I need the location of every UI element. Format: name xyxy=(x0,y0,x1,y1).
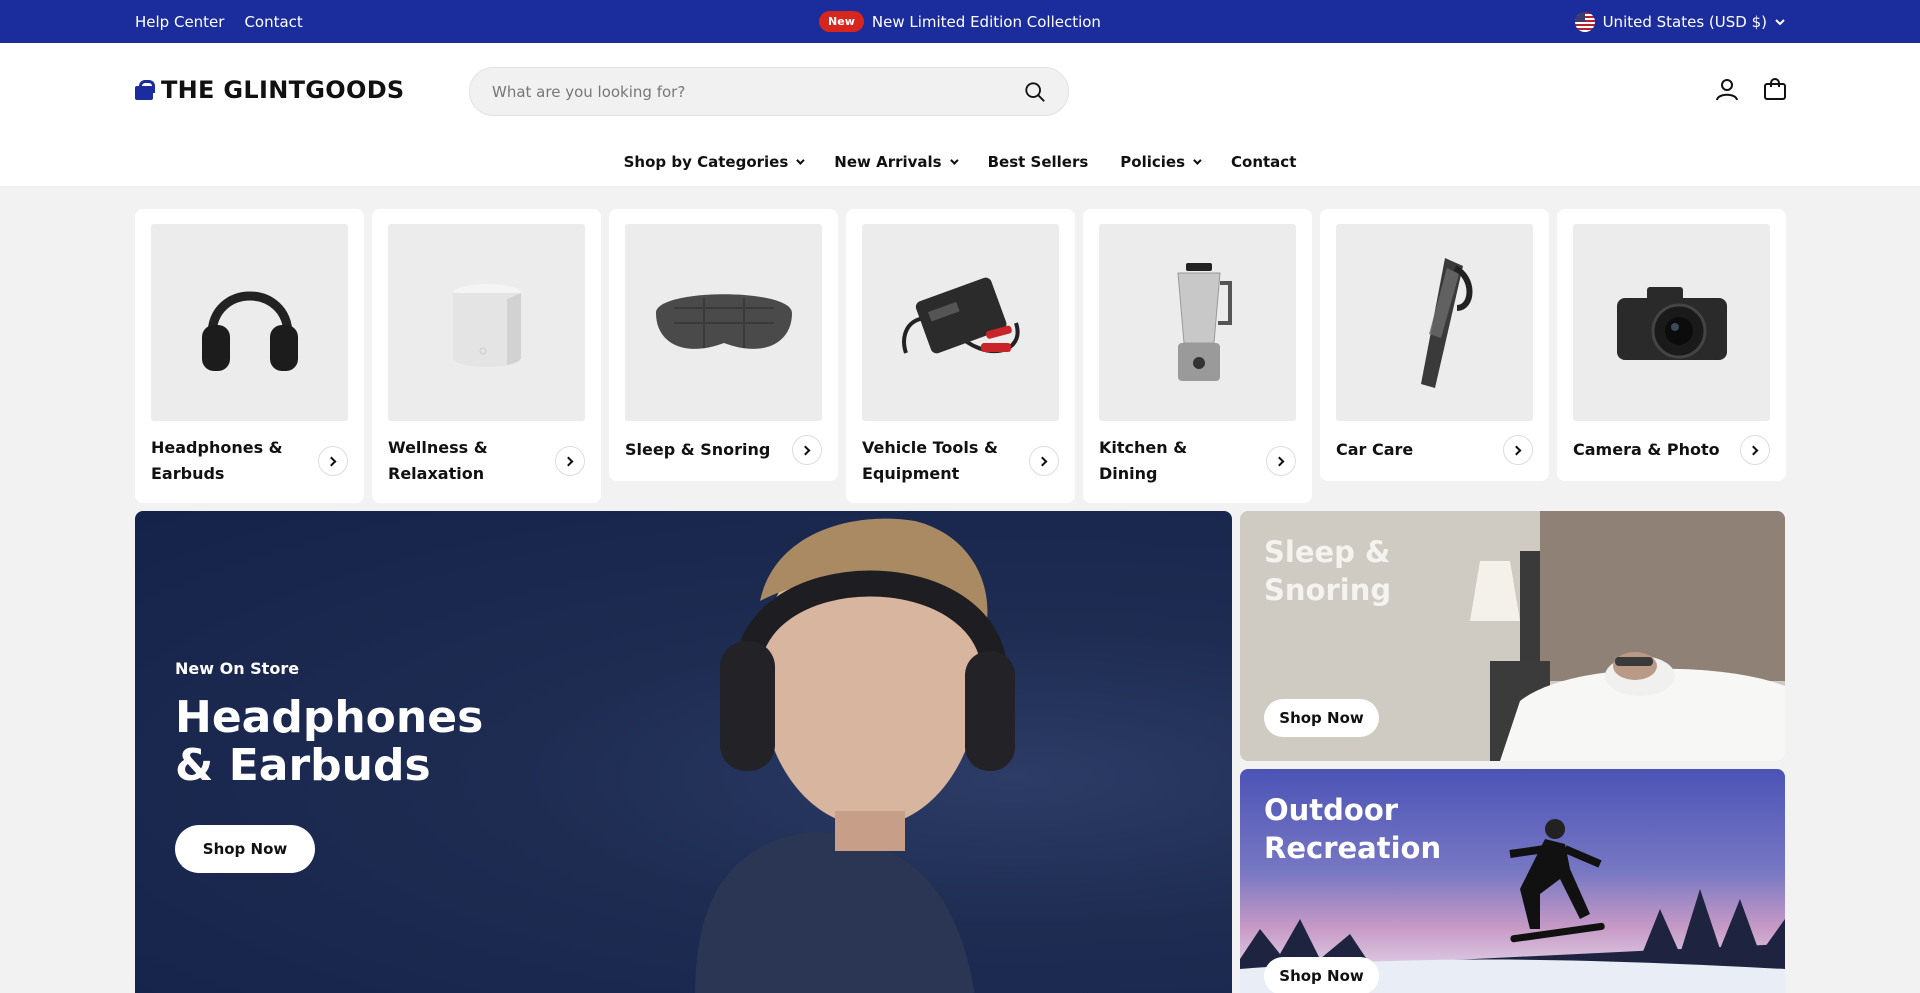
category-label: Wellness & Relaxation xyxy=(388,438,488,483)
locale-label: United States (USD $) xyxy=(1602,12,1767,31)
chevron-right-icon[interactable] xyxy=(318,446,348,476)
nav-label: New Arrivals xyxy=(834,152,942,171)
announcement-message[interactable]: New New Limited Edition Collection xyxy=(819,11,1101,32)
nav-label: Best Sellers xyxy=(987,152,1089,171)
category-card-camera[interactable]: Camera & Photo xyxy=(1557,209,1786,481)
promo-shop-now-button[interactable]: Shop Now xyxy=(1264,957,1379,993)
blender-icon xyxy=(1176,262,1232,381)
search-bar xyxy=(469,67,1069,116)
chevron-right-icon[interactable] xyxy=(1029,446,1059,476)
locale-selector[interactable]: United States (USD $) xyxy=(1574,11,1785,32)
chevron-right-icon[interactable] xyxy=(792,435,822,465)
category-image xyxy=(1573,224,1770,421)
category-card-sleep[interactable]: Sleep & Snoring xyxy=(609,209,838,481)
shopping-bag-logo-icon xyxy=(135,80,155,100)
nav-shop-by-categories[interactable]: Shop by Categories xyxy=(623,152,805,171)
chevron-down-icon xyxy=(949,155,959,165)
nav-label: Shop by Categories xyxy=(623,152,789,171)
us-flag-icon xyxy=(1574,11,1595,32)
sleep-mask-icon xyxy=(655,293,792,349)
nav-label: Contact xyxy=(1231,152,1297,171)
help-center-link[interactable]: Help Center xyxy=(135,13,224,31)
category-label: Car Care xyxy=(1336,440,1414,459)
camera-icon xyxy=(1616,286,1727,360)
chevron-right-icon[interactable] xyxy=(1266,446,1296,476)
announcement-text: New Limited Edition Collection xyxy=(871,12,1101,31)
search-input[interactable] xyxy=(492,82,1024,101)
category-card-kitchen[interactable]: Kitchen & Dining xyxy=(1083,209,1312,503)
category-card-car-care[interactable]: Car Care xyxy=(1320,209,1549,481)
category-label: Camera & Photo xyxy=(1573,440,1720,459)
main-nav: Shop by Categories New Arrivals Best Sel… xyxy=(0,137,1920,187)
category-label: Sleep & Snoring xyxy=(625,440,771,459)
cart-icon[interactable] xyxy=(1763,77,1787,101)
category-image xyxy=(388,224,585,421)
jump-starter-icon xyxy=(901,277,1020,354)
chevron-right-icon[interactable] xyxy=(1740,435,1770,465)
utility-links: Help Center Contact xyxy=(135,13,303,31)
category-carousel: Headphones & Earbuds Wellness & Relaxati… xyxy=(0,209,1920,503)
chevron-right-icon[interactable] xyxy=(555,446,585,476)
category-label: Vehicle Tools & Equipment xyxy=(862,438,998,483)
announcement-bar: Help Center Contact New New Limited Edit… xyxy=(0,0,1920,43)
nav-policies[interactable]: Policies xyxy=(1120,152,1202,171)
category-card-wellness[interactable]: Wellness & Relaxation xyxy=(372,209,601,503)
category-image xyxy=(625,224,822,421)
chevron-down-icon xyxy=(796,155,805,165)
new-badge: New xyxy=(819,11,864,32)
logo-text: THE GLINTGOODS xyxy=(161,76,405,104)
hero-eyebrow: New On Store xyxy=(175,659,300,678)
side-promos: Sleep & Snoring Shop Now Outdoor Recreat… xyxy=(1240,511,1785,993)
account-icon[interactable] xyxy=(1715,77,1739,101)
promo-shop-now-button[interactable]: Shop Now xyxy=(1264,699,1379,737)
category-label: Kitchen & Dining xyxy=(1099,438,1188,483)
category-image xyxy=(1336,224,1533,421)
site-header: THE GLINTGOODS xyxy=(0,43,1920,137)
banner-grid: New On Store Headphones & Earbuds Shop N… xyxy=(0,511,1920,993)
header-actions xyxy=(1715,77,1787,101)
chevron-right-icon[interactable] xyxy=(1503,435,1533,465)
nav-contact[interactable]: Contact xyxy=(1231,153,1296,171)
nav-best-sellers[interactable]: Best Sellers xyxy=(988,153,1089,171)
promo-outdoor-recreation[interactable]: Outdoor Recreation Shop Now xyxy=(1240,769,1785,993)
hero-banner[interactable]: New On Store Headphones & Earbuds Shop N… xyxy=(135,511,1232,993)
category-card-vehicle-tools[interactable]: Vehicle Tools & Equipment xyxy=(846,209,1075,503)
headphones-icon xyxy=(201,291,298,371)
nav-new-arrivals[interactable]: New Arrivals xyxy=(834,152,959,171)
search-icon[interactable] xyxy=(1024,81,1046,103)
chevron-down-icon xyxy=(1775,18,1785,25)
category-label: Headphones & Earbuds xyxy=(151,438,283,483)
category-image xyxy=(151,224,348,421)
category-image xyxy=(862,224,1059,421)
category-image xyxy=(1099,224,1296,421)
category-card-headphones[interactable]: Headphones & Earbuds xyxy=(135,209,364,503)
contact-link[interactable]: Contact xyxy=(244,13,302,31)
hero-shop-now-button[interactable]: Shop Now xyxy=(175,825,315,873)
nav-label: Policies xyxy=(1120,152,1186,171)
promo-title: Outdoor Recreation xyxy=(1264,793,1442,865)
hero-title: Headphones & Earbuds xyxy=(175,692,484,791)
speaker-icon xyxy=(452,283,521,367)
store-logo[interactable]: THE GLINTGOODS xyxy=(135,76,405,104)
chevron-down-icon xyxy=(1193,155,1202,165)
main-content: Headphones & Earbuds Wellness & Relaxati… xyxy=(0,187,1920,993)
promo-title: Sleep & Snoring xyxy=(1264,535,1392,607)
promo-sleep-snoring[interactable]: Sleep & Snoring Shop Now xyxy=(1240,511,1785,761)
handheld-vacuum-icon xyxy=(1420,257,1472,388)
